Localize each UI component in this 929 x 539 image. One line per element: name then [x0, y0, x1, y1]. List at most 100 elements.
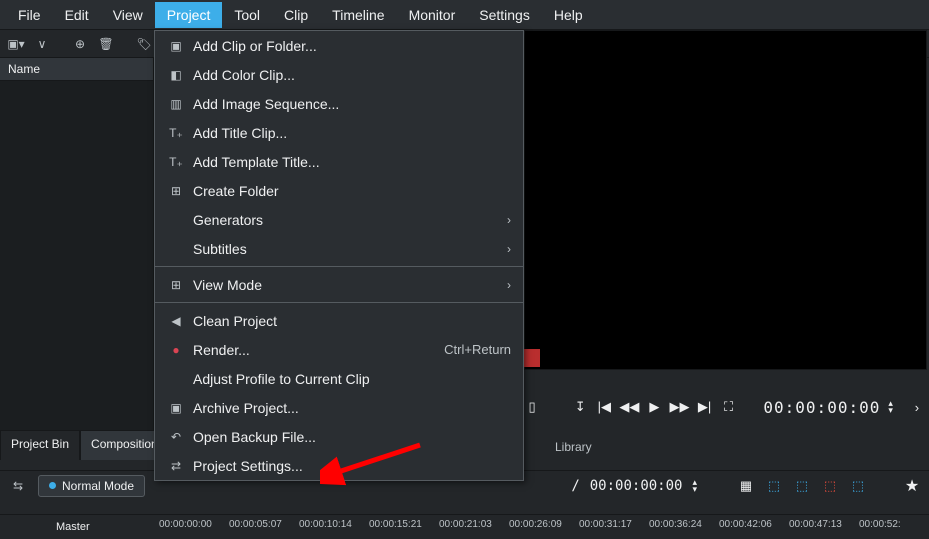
menu-clip[interactable]: Clip	[272, 2, 320, 28]
menu-item-label: View Mode	[193, 277, 507, 293]
menu-tool[interactable]: Tool	[222, 2, 272, 28]
menu-item-label: Add Image Sequence...	[193, 96, 511, 112]
menu-item-subtitles[interactable]: •Subtitles›	[155, 234, 523, 263]
crop-icon[interactable]: ⛶	[721, 398, 737, 416]
monitor-transport: ▯ ↧ |◀ ◀◀ ▶ ▶▶ ▶| ⛶ 00:00:00:00 ▴▾ ›	[524, 392, 925, 422]
project-settings-icon: ⇄	[167, 459, 185, 473]
menu-separator	[155, 266, 523, 267]
timecode-spinner[interactable]: ▴▾	[888, 400, 893, 414]
skip-start-icon[interactable]: |◀	[596, 398, 612, 416]
menu-project[interactable]: Project	[155, 2, 223, 28]
menu-file[interactable]: File	[6, 2, 53, 28]
create-folder-icon: ⊞	[167, 184, 185, 198]
menu-shortcut: Ctrl+Return	[444, 342, 511, 357]
ruler-tick: 00:00:52:	[859, 519, 929, 530]
menu-item-add-image-sequence[interactable]: ▥Add Image Sequence...	[155, 89, 523, 118]
left-panel-tabs: Project Bin Compositions	[0, 430, 175, 460]
menu-view[interactable]: View	[101, 2, 155, 28]
menu-item-label: Add Color Clip...	[193, 67, 511, 83]
open-backup-file-icon: ↶	[167, 430, 185, 444]
grid-icon[interactable]: ▦	[737, 478, 755, 494]
rewind-icon[interactable]: ◀◀	[620, 398, 638, 416]
menu-monitor[interactable]: Monitor	[397, 2, 468, 28]
ruler-tick: 00:00:00:00	[159, 519, 229, 530]
menu-separator	[155, 302, 523, 303]
menubar: FileEditViewProjectToolClipTimelineMonit…	[0, 0, 929, 30]
next-page-icon[interactable]: ›	[909, 398, 925, 416]
menu-item-add-template-title[interactable]: T₊Add Template Title...	[155, 147, 523, 176]
ruler-tick: 00:00:26:09	[509, 519, 579, 530]
menu-item-clean-project[interactable]: ◀Clean Project	[155, 306, 523, 335]
ruler-tick: 00:00:31:17	[579, 519, 649, 530]
chevron-down-icon[interactable]: ∨	[32, 34, 52, 54]
menu-item-create-folder[interactable]: ⊞ Create Folder	[155, 176, 523, 205]
add-color-clip-icon: ◧	[167, 68, 185, 82]
menu-item-open-backup-file[interactable]: ↶ Open Backup File...	[155, 422, 523, 451]
menu-item-add-color-clip[interactable]: ◧ Add Color Clip...	[155, 60, 523, 89]
column-header-name[interactable]: Name	[0, 58, 153, 81]
ruler-tick: 00:00:42:06	[719, 519, 789, 530]
clean-project-icon: ◀	[167, 314, 185, 328]
menu-item-label: Project Settings...	[193, 458, 511, 474]
monitor-timecode[interactable]: 00:00:00:00	[763, 398, 880, 417]
timeline-slash: /	[571, 478, 579, 494]
project-bin-panel: Name	[0, 58, 154, 430]
menu-settings[interactable]: Settings	[467, 2, 542, 28]
submenu-arrow-icon: ›	[507, 242, 511, 256]
menu-item-view-mode[interactable]: ⊞View Mode›	[155, 270, 523, 299]
menu-edit[interactable]: Edit	[53, 2, 101, 28]
zone-in-icon[interactable]: ▯	[524, 398, 540, 416]
menu-item-add-title-clip[interactable]: T₊Add Title Clip...	[155, 118, 523, 147]
ruler-tick: 00:00:21:03	[439, 519, 509, 530]
play-icon[interactable]: ▶	[646, 398, 662, 416]
add-clip-or-folder-icon: ▣	[167, 39, 185, 53]
forward-icon[interactable]: ▶▶	[670, 398, 688, 416]
menu-item-render[interactable]: ●Render...Ctrl+Return	[155, 335, 523, 364]
tool-blue1-icon[interactable]: ⬚	[765, 478, 783, 494]
folder-plus-icon[interactable]: ⊕	[70, 34, 90, 54]
tab-library[interactable]: Library	[555, 440, 592, 454]
timeline-ruler[interactable]: Master 00:00:00:0000:00:05:0700:00:10:14…	[0, 514, 929, 539]
edit-mode-label: Normal Mode	[62, 479, 134, 493]
view-mode-icon: ⊞	[167, 278, 185, 292]
menu-item-archive-project[interactable]: ▣Archive Project...	[155, 393, 523, 422]
ruler-tick: 00:00:05:07	[229, 519, 299, 530]
trash-icon[interactable]: 🗑	[96, 34, 116, 54]
timeline-timecode[interactable]: 00:00:00:00	[590, 478, 683, 494]
edit-mode-button[interactable]: Normal Mode	[38, 475, 145, 497]
menu-item-label: Create Folder	[193, 183, 511, 199]
menu-item-label: Archive Project...	[193, 400, 511, 416]
menu-item-label: Open Backup File...	[193, 429, 511, 445]
menu-item-label: Add Template Title...	[193, 154, 511, 170]
timeline-timecode-spinner[interactable]: ▴▾	[692, 479, 697, 493]
skip-end-icon[interactable]: ▶|	[696, 398, 712, 416]
tool-blue3-icon[interactable]: ⬚	[849, 478, 867, 494]
track-master-label[interactable]: Master	[0, 515, 159, 533]
monitor-marker[interactable]	[524, 349, 540, 367]
seek-cursor-icon[interactable]: ↧	[572, 398, 588, 416]
clip-monitor[interactable]	[524, 30, 927, 370]
ruler-tick: 00:00:36:24	[649, 519, 719, 530]
tab-project-bin[interactable]: Project Bin	[0, 430, 80, 460]
submenu-arrow-icon: ›	[507, 213, 511, 227]
settings-slider-icon[interactable]: ⇆	[8, 476, 28, 496]
menu-item-label: Generators	[193, 212, 507, 228]
tag-icon[interactable]: 🏷	[134, 34, 154, 54]
render-icon: ●	[167, 343, 185, 357]
menu-item-adjust-profile-to-current-clip[interactable]: •Adjust Profile to Current Clip	[155, 364, 523, 393]
menu-help[interactable]: Help	[542, 2, 595, 28]
ruler-tick: 00:00:47:13	[789, 519, 859, 530]
ruler-tick: 00:00:15:21	[369, 519, 439, 530]
tool-red-icon[interactable]: ⬚	[821, 478, 839, 494]
tool-blue2-icon[interactable]: ⬚	[793, 478, 811, 494]
menu-item-add-clip-or-folder[interactable]: ▣ Add Clip or Folder...	[155, 31, 523, 60]
add-title-clip-icon: T₊	[167, 126, 185, 140]
menu-timeline[interactable]: Timeline	[320, 2, 396, 28]
menu-item-generators[interactable]: •Generators›	[155, 205, 523, 234]
menu-item-label: Subtitles	[193, 241, 507, 257]
favorite-icon[interactable]: ★	[903, 476, 921, 496]
menu-item-project-settings[interactable]: ⇄ Project Settings...	[155, 451, 523, 480]
menu-item-label: Add Clip or Folder...	[193, 38, 511, 54]
expand-icon[interactable]: ▣▾	[6, 34, 26, 54]
ruler-ticks: 00:00:00:0000:00:05:0700:00:10:1400:00:1…	[159, 515, 929, 530]
